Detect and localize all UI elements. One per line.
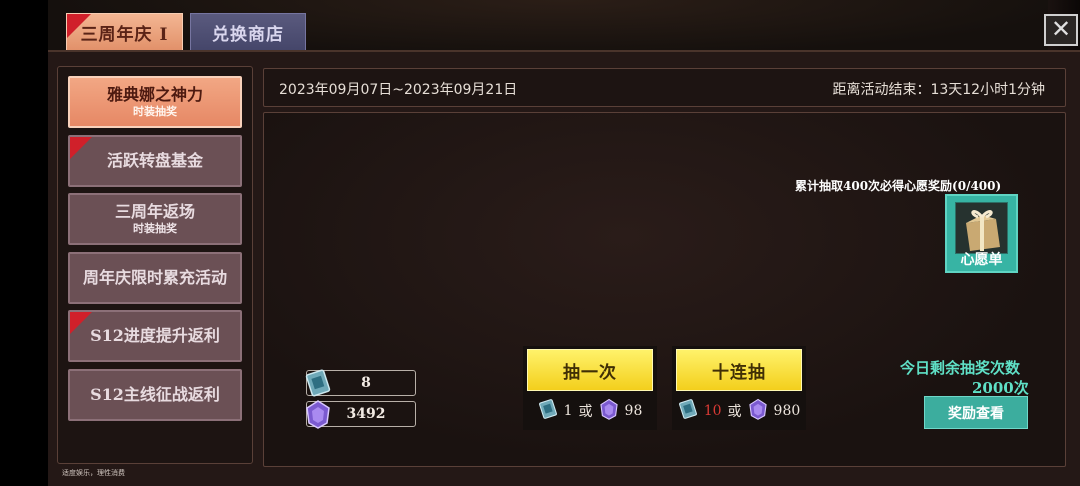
draw-once-button[interactable]: 抽一次 <box>527 349 653 391</box>
remaining-draws-label: 今日剩余抽奖次数 <box>900 359 1021 377</box>
draw-ten-panel: 十连抽 10 或 980 <box>672 346 806 430</box>
crystal-count: 3492 <box>346 406 386 422</box>
tab-anniversary[interactable]: 三周年庆 I <box>66 13 183 50</box>
draw-ten-ticket-cost: 10 <box>703 403 722 419</box>
draw-once-crystal-cost: 98 <box>624 403 643 419</box>
crystal-counter: 3492 <box>306 400 416 429</box>
sidebar-item-s12-mainline[interactable]: S12主线征战返利 <box>68 369 242 421</box>
or-text: 或 <box>727 404 742 420</box>
sidebar-item-athena[interactable]: 雅典娜之神力 时装抽奖 <box>68 76 242 128</box>
tab-anniversary-label: 三周年庆 I <box>80 24 169 45</box>
sidebar-item-label: 周年庆限时累充活动 <box>82 268 227 287</box>
sidebar-red-badge <box>70 137 92 159</box>
sidebar-item-label: S12主线征战返利 <box>90 385 220 404</box>
event-countdown: 距离活动结束：13天12小时1分钟 <box>832 82 1045 98</box>
sidebar-item-label: S12进度提升返利 <box>90 326 220 345</box>
remaining-draws-count: 2000次 <box>972 379 1029 397</box>
sidebar-item-s12-progress[interactable]: S12进度提升返利 <box>68 310 242 362</box>
sidebar: 雅典娜之神力 时装抽奖 活跃转盘基金 三周年返场 时装抽奖 周年庆限时累充活动 … <box>57 66 253 464</box>
crystal-icon <box>599 398 619 424</box>
draw-ten-crystal-cost: 980 <box>773 403 801 419</box>
event-date-bar: 2023年09月07日~2023年09月21日 距离活动结束：13天12小时1分… <box>263 68 1066 107</box>
sidebar-red-badge <box>70 312 92 334</box>
crystal-icon <box>748 398 768 424</box>
tab-red-badge <box>67 14 91 38</box>
draw-ten-cost: 10 或 980 <box>672 398 806 424</box>
left-edge <box>0 0 48 486</box>
sidebar-item-sublabel: 时装抽奖 <box>133 222 177 235</box>
sidebar-item-label: 活跃转盘基金 <box>106 151 203 170</box>
wishlist-button[interactable]: 心愿单 <box>945 194 1018 273</box>
view-rewards-label: 奖励查看 <box>948 405 1004 422</box>
sidebar-item-anniversary-return[interactable]: 三周年返场 时装抽奖 <box>68 193 242 245</box>
draw-ten-label: 十连抽 <box>712 362 766 383</box>
or-text: 或 <box>578 404 593 420</box>
sidebar-item-sublabel: 时装抽奖 <box>133 105 177 118</box>
sidebar-item-active-wheel-fund[interactable]: 活跃转盘基金 <box>68 135 242 187</box>
draw-once-ticket-cost: 1 <box>563 403 573 419</box>
event-date-range: 2023年09月07日~2023年09月21日 <box>279 82 518 98</box>
ticket-counter: 8 <box>305 369 416 397</box>
ticket-count: 8 <box>361 375 371 391</box>
gift-box-icon <box>955 202 1008 254</box>
draw-once-cost: 1 或 98 <box>523 398 657 424</box>
footer-note: 适度娱乐，理性消费 <box>62 469 125 477</box>
accumulate-progress-text: 累计抽取400次必得心愿奖励(0/400) <box>795 179 1002 193</box>
draw-ten-button[interactable]: 十连抽 <box>676 349 802 391</box>
close-icon: ✕ <box>1050 15 1072 43</box>
close-button[interactable]: ✕ <box>1044 14 1078 46</box>
ticket-icon <box>678 398 698 424</box>
tab-exchange-shop[interactable]: 兑换商店 <box>190 13 306 50</box>
draw-once-label: 抽一次 <box>563 362 617 383</box>
draw-once-panel: 抽一次 1 或 98 <box>523 346 657 430</box>
view-rewards-button[interactable]: 奖励查看 <box>924 396 1028 429</box>
sidebar-item-label: 三周年返场 <box>114 202 195 221</box>
ticket-icon <box>538 398 558 424</box>
sidebar-item-recharge-event[interactable]: 周年庆限时累充活动 <box>68 252 242 304</box>
wishlist-label: 心愿单 <box>960 252 1003 268</box>
tab-exchange-shop-label: 兑换商店 <box>212 24 284 45</box>
sidebar-item-label: 雅典娜之神力 <box>106 85 203 104</box>
